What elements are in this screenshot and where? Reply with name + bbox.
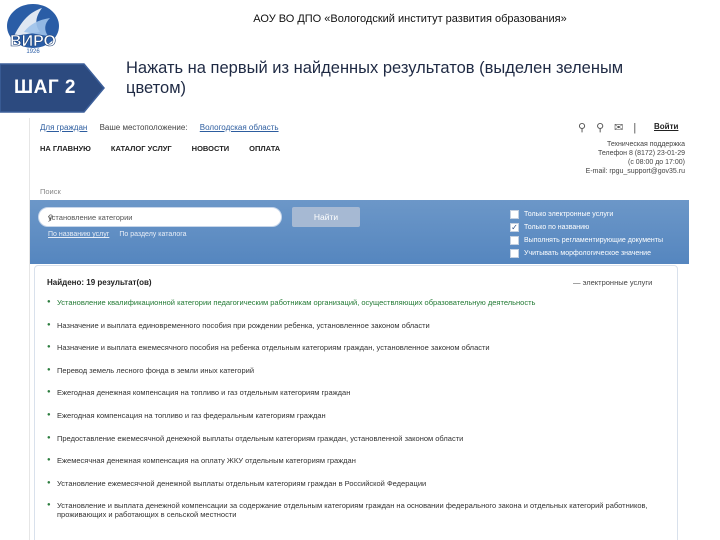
separator-icon: | bbox=[633, 121, 637, 134]
result-item[interactable]: Предоставление ежемесячной денежной выпл… bbox=[47, 434, 667, 443]
step-instruction: Нажать на первый из найденных результато… bbox=[126, 59, 624, 97]
support-hours: (с 08:00 до 17:00) bbox=[627, 159, 685, 166]
nav-home[interactable]: На главную bbox=[40, 144, 91, 153]
result-item[interactable]: Ежемесячная денежная компенсация на опла… bbox=[47, 456, 667, 465]
result-item-highlighted[interactable]: Установление квалификационной категории … bbox=[47, 298, 667, 307]
nav-news[interactable]: Новости bbox=[192, 144, 230, 153]
search-filters: Только электронные услуги ✓ Только по на… bbox=[510, 208, 663, 260]
portal-screenshot: Для граждан Ваше местоположение: Вологод… bbox=[29, 118, 689, 540]
logo-year: 1926 bbox=[26, 49, 40, 54]
tab-by-service-name[interactable]: По названию услуг bbox=[48, 231, 109, 238]
tab-by-catalog-section[interactable]: По разделу каталога bbox=[119, 231, 186, 238]
mail-icon[interactable]: ✉ bbox=[614, 121, 623, 134]
results-card: Найдено: 19 результат(ов) — электронные … bbox=[34, 265, 678, 540]
results-list: Установление квалификационной категории … bbox=[47, 298, 667, 533]
result-item[interactable]: Ежегодная компенсация на топливо и газ ф… bbox=[47, 411, 667, 420]
result-item[interactable]: Установление и выплата денежной компенса… bbox=[47, 501, 667, 519]
result-item[interactable]: Ежегодная денежная компенсация на топлив… bbox=[47, 388, 667, 397]
step-badge: ШАГ 2 bbox=[0, 60, 108, 116]
filter-regulatory-docs[interactable]: Выполнять регламентирующие документы bbox=[510, 234, 663, 247]
filter-label: Только электронные услуги bbox=[524, 211, 614, 218]
results-count: Найдено: 19 результат(ов) bbox=[47, 278, 152, 287]
support-info: Техническая поддержка Телефон 8 (8172) 2… bbox=[570, 140, 685, 176]
org-title: АОУ ВО ДПО «Вологодский институт развити… bbox=[253, 13, 567, 25]
for-citizens-link[interactable]: Для граждан bbox=[40, 123, 87, 132]
topline: Для граждан Ваше местоположение: Вологод… bbox=[40, 123, 289, 132]
checkbox-electronic-only[interactable] bbox=[510, 210, 519, 219]
find-button[interactable]: Найти bbox=[292, 207, 360, 227]
result-item[interactable]: Установление ежемесячной денежной выплат… bbox=[47, 479, 667, 488]
filter-label: Только по названию bbox=[524, 224, 590, 231]
login-link[interactable]: Войти bbox=[654, 122, 678, 131]
result-item[interactable]: Перевод земель лесного фонда в земли ины… bbox=[47, 366, 667, 375]
search-panel: установление категории ⚲ Найти По назван… bbox=[30, 200, 689, 264]
checkbox-by-name-only[interactable]: ✓ bbox=[510, 223, 519, 232]
step-label: ШАГ 2 bbox=[14, 77, 76, 98]
top-icons: ⚲ ⚲ ✉ | bbox=[578, 121, 637, 135]
logo-text: ВИРО bbox=[10, 33, 56, 50]
support-title: Техническая поддержка bbox=[606, 141, 685, 148]
nav-catalog[interactable]: Каталог услуг bbox=[111, 144, 172, 153]
breadcrumb[interactable]: Поиск bbox=[40, 187, 61, 196]
result-item[interactable]: Назначение и выплата ежемесячного пособи… bbox=[47, 343, 667, 352]
viro-logo: ВИРО 1926 bbox=[4, 2, 62, 55]
checkbox-regulatory-docs[interactable] bbox=[510, 236, 519, 245]
location-prefix: Ваше местоположение: bbox=[99, 123, 188, 132]
search-input-value: установление категории bbox=[48, 213, 133, 222]
support-email[interactable]: E-mail: rpgu_support@gov35.ru bbox=[570, 167, 685, 176]
filter-label: Выполнять регламентирующие документы bbox=[524, 237, 664, 244]
filter-morphology[interactable]: Учитывать морфологическое значение bbox=[510, 247, 663, 260]
filter-electronic-only[interactable]: Только электронные услуги bbox=[510, 208, 663, 221]
filter-label: Учитывать морфологическое значение bbox=[524, 250, 651, 257]
main-nav: На главную Каталог услуг Новости Оплата bbox=[40, 144, 280, 153]
filter-by-name-only[interactable]: ✓ Только по названию bbox=[510, 221, 663, 234]
electronic-services-legend: — электронные услуги bbox=[573, 278, 653, 287]
search-input[interactable]: установление категории ⚲ bbox=[38, 207, 282, 227]
support-phone: Телефон 8 (8172) 23-01-29 bbox=[597, 150, 685, 157]
result-item[interactable]: Назначение и выплата единовременного пос… bbox=[47, 321, 667, 330]
magnifier-icon[interactable]: ⚲ bbox=[48, 213, 54, 222]
search-icon[interactable]: ⚲ bbox=[596, 121, 604, 134]
search-tabs: По названию услуг По разделу каталога bbox=[48, 231, 187, 238]
user-icon[interactable]: ⚲ bbox=[578, 121, 586, 134]
nav-payment[interactable]: Оплата bbox=[249, 144, 280, 153]
location-link[interactable]: Вологодская область bbox=[200, 123, 279, 132]
checkbox-morphology[interactable] bbox=[510, 249, 519, 258]
